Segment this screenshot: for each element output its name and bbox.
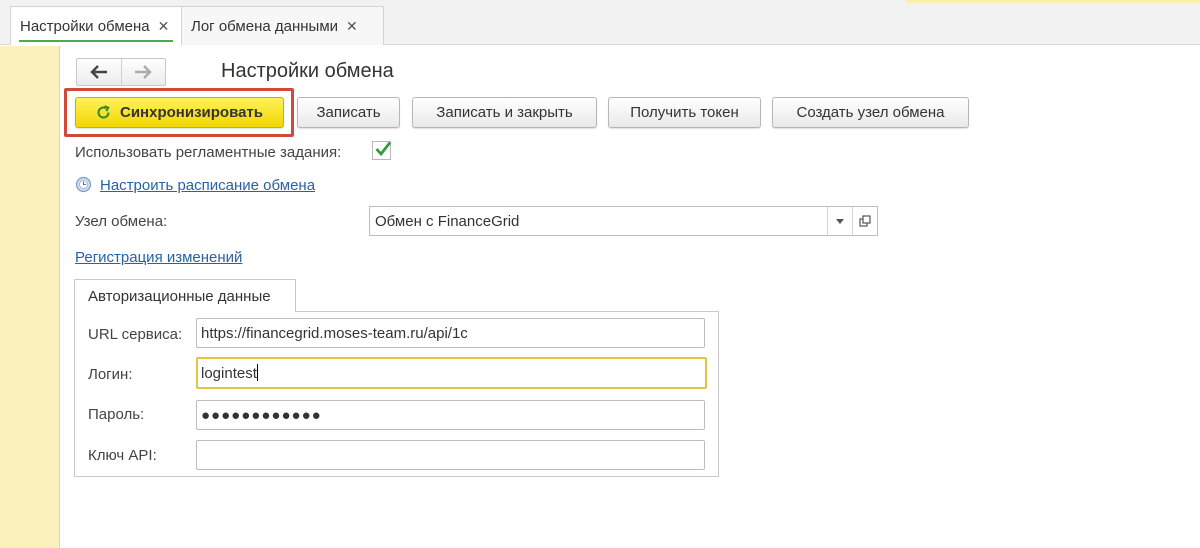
tab-label: Лог обмена данными (191, 17, 339, 35)
tab-bar-accent (906, 0, 1200, 3)
page-title: Настройки обмена (221, 60, 394, 82)
service-url-field[interactable]: https://financegrid.moses-team.ru/api/1c (196, 318, 705, 348)
arrow-right-icon (135, 65, 153, 79)
service-url-label: URL сервиса: (88, 326, 183, 343)
password-value: ●●●●●●●●●●●● (201, 407, 322, 424)
password-field[interactable]: ●●●●●●●●●●●● (196, 400, 705, 430)
refresh-icon (96, 105, 111, 120)
tab-exchange-settings[interactable]: Настройки обмена ✕ (10, 6, 182, 45)
active-tab-indicator (19, 40, 173, 42)
api-key-field[interactable] (196, 440, 705, 470)
use-scheduled-tasks-checkbox[interactable] (372, 141, 392, 160)
register-changes-link[interactable]: Регистрация изменений (75, 249, 242, 266)
sync-button[interactable]: Синхронизировать (75, 97, 284, 128)
save-and-close-label: Записать и закрыть (436, 104, 573, 121)
tab-auth-data[interactable]: Авторизационные данные (74, 279, 296, 312)
close-icon[interactable]: ✕ (346, 18, 358, 35)
clock-icon (75, 176, 92, 193)
tab-label: Настройки обмена (20, 17, 150, 35)
create-node-label: Создать узел обмена (796, 104, 945, 121)
arrow-left-icon (90, 65, 107, 79)
back-button[interactable] (77, 59, 121, 85)
get-token-button[interactable]: Получить токен (608, 97, 761, 128)
tab-exchange-log[interactable]: Лог обмена данными ✕ (181, 6, 384, 45)
checkmark-icon (375, 141, 392, 157)
save-button[interactable]: Записать (297, 97, 400, 128)
service-url-value: https://financegrid.moses-team.ru/api/1c (201, 325, 468, 342)
sync-button-label: Синхронизировать (120, 104, 263, 121)
api-key-label: Ключ API: (88, 447, 157, 464)
save-and-close-button[interactable]: Записать и закрыть (412, 97, 597, 128)
tab-auth-data-label: Авторизационные данные (88, 288, 271, 305)
forward-button[interactable] (120, 59, 165, 85)
open-form-icon[interactable] (852, 207, 877, 235)
password-label: Пароль: (88, 406, 145, 423)
login-field[interactable]: logintest (196, 357, 707, 389)
close-icon[interactable]: ✕ (158, 18, 170, 35)
navigation-buttons (76, 58, 166, 86)
exchange-node-value: Обмен с FinanceGrid (375, 213, 520, 230)
configure-schedule-link[interactable]: Настроить расписание обмена (100, 177, 315, 194)
save-button-label: Записать (316, 104, 381, 121)
use-scheduled-tasks-label: Использовать регламентные задания: (75, 144, 342, 161)
side-panel (0, 46, 60, 548)
exchange-node-label: Узел обмена: (75, 213, 168, 230)
login-value: logintest (201, 365, 257, 382)
get-token-label: Получить токен (630, 104, 739, 121)
text-caret (256, 364, 258, 381)
create-exchange-node-button[interactable]: Создать узел обмена (772, 97, 969, 128)
exchange-node-select[interactable]: Обмен с FinanceGrid (369, 206, 878, 236)
login-label: Логин: (88, 366, 133, 383)
dropdown-arrow-icon[interactable] (827, 207, 852, 235)
tab-bar: Настройки обмена ✕ Лог обмена данными ✕ (0, 0, 1200, 45)
